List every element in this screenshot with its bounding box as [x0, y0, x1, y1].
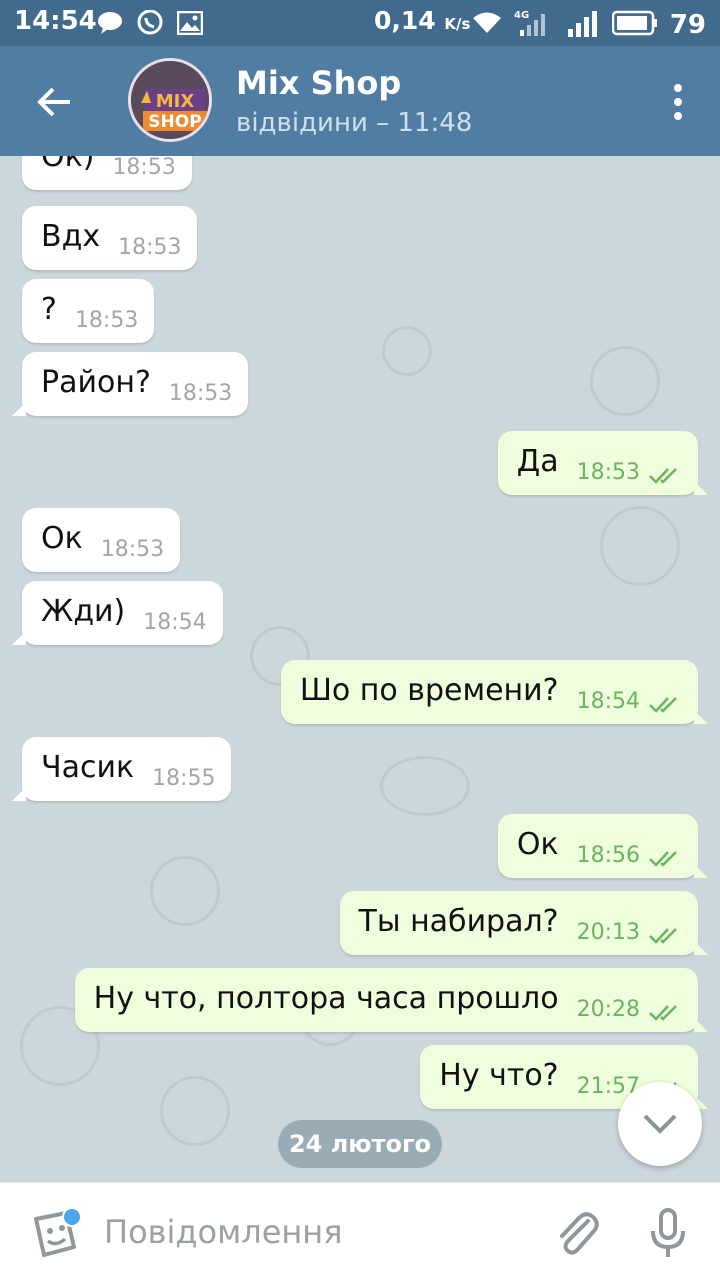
bubble-tail — [12, 402, 26, 416]
status-bar: 14:54 0,14 K/s 4G 79 — [0, 0, 720, 46]
message-text: Ну что? — [439, 1058, 559, 1093]
logo-text-bottom: SHOP — [148, 112, 201, 132]
message-time: 18:53 — [100, 537, 165, 562]
menu-dot — [674, 112, 682, 120]
message-text: Шо по времени? — [299, 673, 559, 708]
incoming-message[interactable]: Жди) 18:54 — [12, 581, 223, 645]
microphone-icon — [651, 1208, 685, 1257]
voice-record-button[interactable] — [648, 1207, 688, 1261]
read-ticks-icon — [649, 1005, 677, 1021]
chevron-down-icon — [643, 1114, 677, 1134]
message-text: Ну что, полтора часа прошло — [93, 981, 559, 1016]
incoming-message[interactable]: ? 18:53 — [22, 279, 155, 343]
background-doodle — [380, 756, 470, 816]
message-time: 18:55 — [152, 766, 216, 791]
read-ticks-icon — [649, 928, 677, 944]
message-text: Да — [516, 444, 559, 479]
message-time: 20:28 — [576, 997, 640, 1022]
mix-shop-logo: MIX SHOP — [131, 61, 209, 139]
bubble-tail — [694, 864, 708, 878]
back-button[interactable] — [28, 76, 80, 128]
speed-value: 0,14 — [374, 6, 436, 35]
signal-icon — [566, 9, 600, 41]
message-text: ? — [41, 292, 57, 327]
message-text: Ты набирал? — [358, 904, 559, 939]
chat-avatar[interactable]: MIX SHOP — [128, 58, 212, 142]
message-text: Жди) — [41, 594, 126, 629]
chat-title[interactable]: Mix Shop — [236, 64, 401, 102]
logo-text-top: MIX — [156, 91, 195, 112]
incoming-message[interactable]: Вдх 18:53 — [22, 206, 198, 270]
outgoing-message[interactable]: Шо по времени? 18:54 — [280, 660, 708, 724]
background-doodle — [150, 856, 220, 926]
status-right: 4G 79 — [472, 8, 706, 42]
message-time: 18:53 — [74, 308, 139, 333]
battery-icon — [611, 10, 658, 40]
bubble-tail — [694, 1018, 708, 1032]
network-speed: 0,14 K/s — [374, 6, 470, 35]
bubble-tail — [694, 481, 708, 495]
menu-dot — [674, 98, 682, 106]
status-time: 14:54 — [14, 6, 97, 36]
new-stickers-indicator — [62, 1207, 82, 1227]
outgoing-message[interactable]: Да 18:53 — [497, 431, 708, 495]
message-text: Часик — [41, 750, 135, 785]
message-time: 18:54 — [576, 689, 640, 714]
message-time: 18:53 — [112, 156, 176, 180]
battery-level: 79 — [669, 10, 706, 40]
background-doodle — [160, 1076, 230, 1146]
signal-4g-icon: 4G — [514, 8, 554, 42]
outgoing-message[interactable]: Ты набирал? 20:13 — [339, 891, 708, 955]
chat-header: MIX SHOP Mix Shop відвідини – 11:48 — [0, 46, 720, 156]
incoming-message[interactable]: Часик 18:55 — [12, 737, 232, 801]
bubble-tail — [12, 631, 26, 645]
message-time: 18:54 — [143, 610, 207, 635]
message-text: Ок) — [41, 156, 95, 174]
message-text: Ок — [41, 521, 83, 556]
message-time: 18:53 — [168, 381, 233, 406]
attach-button[interactable] — [552, 1207, 602, 1261]
background-doodle — [382, 326, 432, 376]
background-doodle — [590, 346, 660, 416]
bubble-tail — [12, 787, 26, 801]
outgoing-message[interactable]: Ок 18:56 — [497, 814, 708, 878]
bubble-tail — [694, 941, 708, 955]
read-ticks-icon — [649, 697, 677, 713]
composer-bar — [0, 1182, 720, 1280]
incoming-message[interactable]: Ок 18:53 — [22, 508, 181, 572]
read-ticks-icon — [649, 851, 677, 867]
message-input[interactable] — [104, 1209, 524, 1255]
bubble-tail — [694, 710, 708, 724]
more-menu-button[interactable] — [666, 78, 690, 126]
gallery-icon — [176, 9, 204, 37]
read-ticks-icon — [649, 468, 677, 484]
back-arrow-icon — [37, 87, 70, 117]
message-time: 18:53 — [118, 235, 182, 260]
viber-icon — [136, 9, 164, 37]
chat-notification-icon — [96, 9, 124, 37]
incoming-message[interactable]: Ок) 18:53 — [22, 156, 192, 190]
speed-unit: K/s — [444, 15, 471, 33]
paperclip-icon — [560, 1212, 599, 1255]
message-time: 18:56 — [576, 843, 640, 868]
wifi-icon — [472, 11, 502, 39]
message-text: Вдх — [41, 219, 101, 254]
date-separator: 24 лютого — [278, 1120, 442, 1168]
last-seen-status: відвідини – 11:48 — [236, 108, 473, 138]
message-time: 18:53 — [576, 460, 640, 485]
message-time: 20:13 — [576, 920, 640, 945]
menu-dot — [674, 84, 682, 92]
message-text: Район? — [41, 365, 151, 400]
message-list[interactable]: Ок) 18:53 Вдх 18:53? 18:53 Район? 18:53 Да 18:53… — [0, 156, 720, 1182]
message-text: Ок — [516, 827, 559, 862]
notification-icons — [96, 9, 204, 37]
outgoing-message[interactable]: Ну что, полтора часа прошло 20:28 — [74, 968, 708, 1032]
scroll-down-button[interactable] — [618, 1082, 702, 1166]
svg-text:4G: 4G — [514, 10, 529, 21]
background-doodle — [600, 506, 680, 586]
incoming-message[interactable]: Район? 18:53 — [12, 352, 249, 416]
